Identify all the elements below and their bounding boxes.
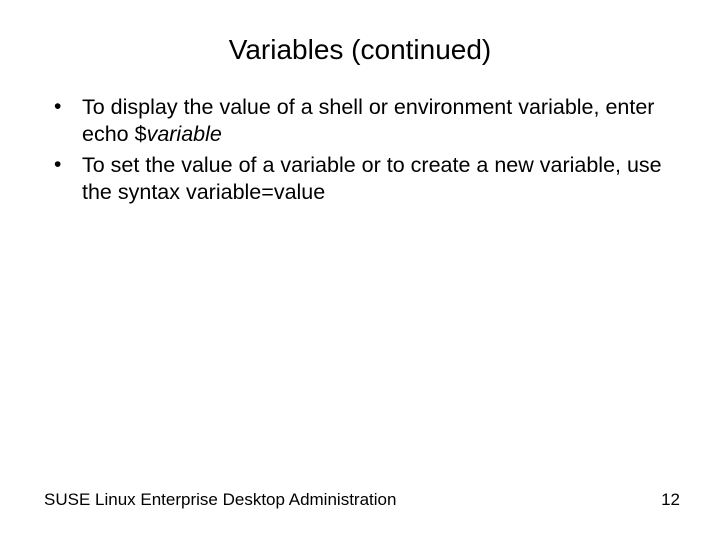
slide-title: Variables (continued) [0, 0, 720, 94]
bullet-text-pre: To set the value of a variable or to cre… [82, 153, 662, 204]
slide-content: To display the value of a shell or envir… [0, 94, 720, 206]
page-number: 12 [661, 490, 680, 510]
slide: Variables (continued) To display the val… [0, 0, 720, 540]
slide-footer: SUSE Linux Enterprise Desktop Administra… [44, 490, 680, 510]
bullet-text-italic: variable [147, 122, 222, 146]
bullet-list: To display the value of a shell or envir… [44, 94, 676, 206]
list-item: To set the value of a variable or to cre… [44, 152, 676, 206]
list-item: To display the value of a shell or envir… [44, 94, 676, 148]
footer-left: SUSE Linux Enterprise Desktop Administra… [44, 490, 396, 510]
